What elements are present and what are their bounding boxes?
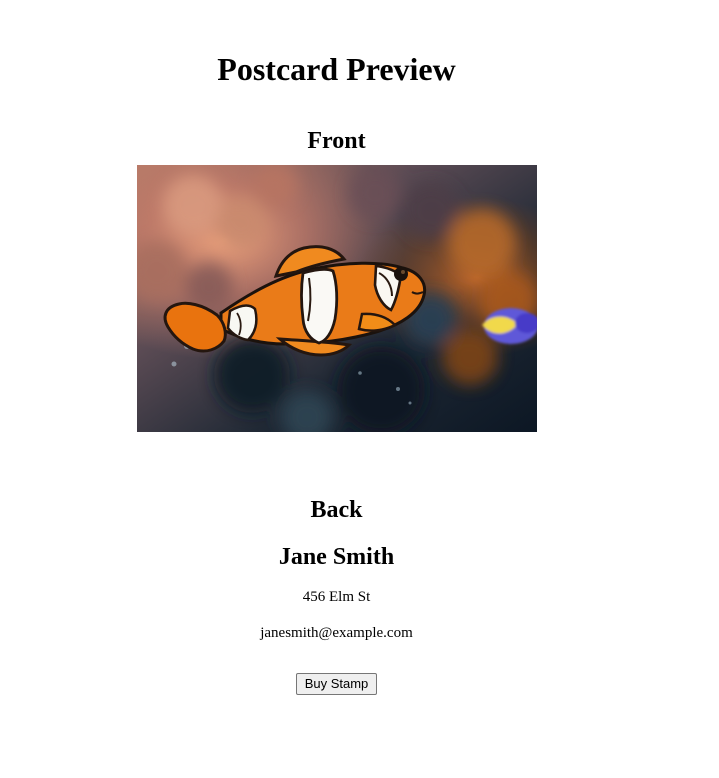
- recipient-name: Jane Smith: [278, 544, 395, 570]
- postcard-front-image: [137, 165, 537, 432]
- clownfish-photo: [137, 165, 537, 432]
- back-section-title: Back: [310, 497, 363, 523]
- page-title: Postcard Preview: [217, 51, 456, 87]
- recipient-address: 456 Elm St: [302, 589, 371, 605]
- front-section-title: Front: [307, 128, 366, 154]
- recipient-email: janesmith@example.com: [260, 625, 413, 641]
- buy-stamp-button[interactable]: Buy Stamp: [296, 673, 377, 695]
